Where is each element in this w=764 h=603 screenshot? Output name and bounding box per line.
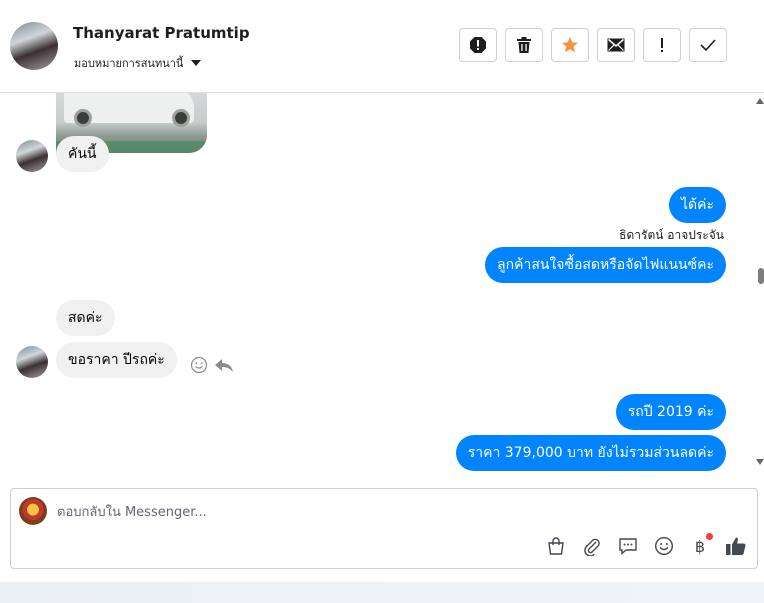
- trash-icon: [517, 37, 531, 53]
- reply-input[interactable]: [57, 501, 657, 523]
- star-button[interactable]: [551, 28, 589, 62]
- sender-label: ธิดารัตน์ อาจประจัน: [619, 228, 724, 242]
- shop-button[interactable]: [545, 535, 567, 557]
- message-bubble-incoming[interactable]: คันนี้: [56, 136, 109, 172]
- saved-reply-icon: [619, 538, 637, 556]
- message-bubble-outgoing[interactable]: รถปี 2019 ค่ะ: [615, 394, 726, 430]
- reply-composer: ฿: [10, 488, 758, 569]
- contact-name[interactable]: Thanyarat Pratumtip: [73, 24, 250, 42]
- conversation-toolbar: [459, 28, 727, 62]
- chat-scrollbar[interactable]: [756, 93, 764, 480]
- message-bubble-incoming[interactable]: ขอราคา ปีรถค่ะ: [56, 342, 177, 378]
- saved-replies-button[interactable]: [617, 535, 639, 557]
- baht-icon: ฿: [694, 536, 706, 556]
- mark-unread-button[interactable]: [597, 28, 635, 62]
- contact-avatar-small[interactable]: [16, 346, 48, 378]
- check-icon: [700, 39, 716, 52]
- envelope-icon: [607, 38, 625, 52]
- message-actions: [190, 356, 234, 374]
- follow-up-button[interactable]: [643, 28, 681, 62]
- car-wheel: [172, 109, 190, 127]
- conversation-header: Thanyarat Pratumtip มอบหมายการสนทนานี้: [0, 0, 764, 93]
- assign-label: มอบหมายการสนทนานี้: [74, 57, 184, 70]
- composer-tools: ฿: [545, 533, 747, 557]
- car-wheel: [74, 109, 92, 127]
- contact-avatar[interactable]: [10, 22, 58, 70]
- reply-icon[interactable]: [214, 357, 234, 373]
- caret-down-icon: [191, 60, 202, 66]
- delete-button[interactable]: [505, 28, 543, 62]
- message-bubble-outgoing[interactable]: ลูกค้าสนใจซื้อสดหรือจัดไฟแนนซ์คะ: [485, 247, 726, 283]
- page-footer-band: [0, 582, 764, 603]
- send-like-button[interactable]: [725, 535, 747, 557]
- message-bubble-outgoing[interactable]: ได้ค่ะ: [668, 187, 726, 223]
- notification-dot: [706, 533, 713, 540]
- exclamation-icon: [661, 38, 663, 52]
- bag-icon: [548, 537, 564, 555]
- attach-file-button[interactable]: [581, 535, 603, 557]
- star-icon: [562, 37, 578, 53]
- scroll-up-arrow-icon[interactable]: [756, 98, 764, 104]
- like-icon: [726, 537, 746, 555]
- page-avatar: [19, 497, 47, 525]
- mark-done-button[interactable]: [689, 28, 727, 62]
- paperclip-icon: [584, 538, 600, 556]
- payment-button[interactable]: ฿: [689, 533, 713, 557]
- scroll-thumb[interactable]: [758, 268, 764, 284]
- scroll-down-arrow-icon[interactable]: [756, 459, 764, 465]
- spam-icon: [470, 37, 486, 53]
- emoji-button[interactable]: [653, 535, 675, 557]
- mark-spam-button[interactable]: [459, 28, 497, 62]
- message-bubble-incoming[interactable]: สดค่ะ: [56, 300, 115, 336]
- message-thread[interactable]: คันนี้ ได้ค่ะ ธิดารัตน์ อาจประจัน ลูกค้า…: [0, 93, 764, 480]
- contact-avatar-small[interactable]: [16, 140, 48, 172]
- emoji-icon: [654, 536, 674, 556]
- assign-conversation-dropdown[interactable]: มอบหมายการสนทนานี้: [74, 54, 202, 72]
- react-emoji-icon[interactable]: [190, 356, 208, 374]
- message-bubble-outgoing[interactable]: ราคา 379,000 บาท ยังไม่รวมส่วนลดค่ะ: [455, 435, 726, 471]
